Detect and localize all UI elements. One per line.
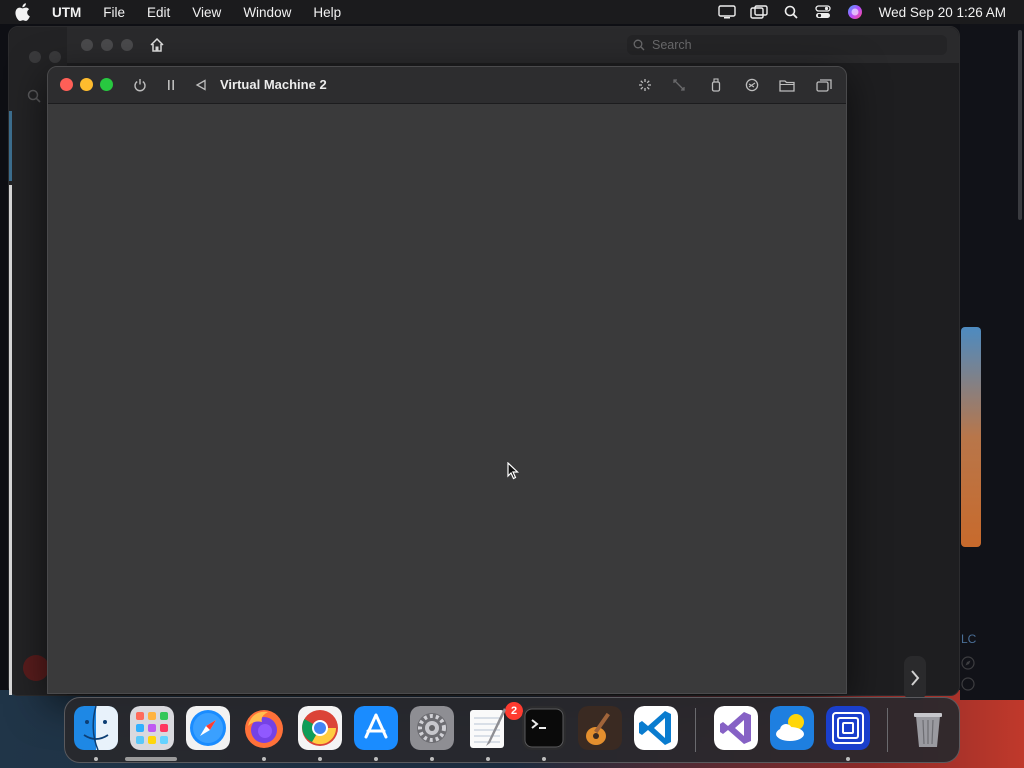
control-center-icon[interactable] bbox=[813, 2, 833, 22]
search-field[interactable]: Search bbox=[627, 35, 947, 55]
running-indicator bbox=[94, 757, 98, 761]
help-icon[interactable] bbox=[961, 677, 976, 694]
folder-icon[interactable] bbox=[778, 76, 796, 94]
visual-studio-icon bbox=[714, 706, 758, 750]
dock-app-weather[interactable] bbox=[770, 706, 814, 750]
running-indicator bbox=[374, 757, 378, 761]
dock-app-launchpad[interactable] bbox=[130, 706, 174, 750]
dock-app-textedit[interactable] bbox=[466, 706, 510, 750]
chrome-icon bbox=[298, 706, 342, 750]
share-icon[interactable] bbox=[743, 76, 761, 94]
sidebar-item-list[interactable] bbox=[9, 185, 12, 695]
dock-app-safari[interactable] bbox=[186, 706, 230, 750]
finder-icon bbox=[74, 706, 118, 750]
vm-title: Virtual Machine 2 bbox=[220, 77, 327, 92]
vm-maximize-button[interactable] bbox=[100, 78, 113, 91]
terminal-icon bbox=[522, 706, 566, 750]
traffic-light-maximize[interactable] bbox=[121, 39, 133, 51]
window-minimize-inactive[interactable] bbox=[49, 51, 61, 63]
app-store-icon bbox=[354, 706, 398, 750]
launchpad-indicator bbox=[125, 757, 177, 761]
menu-clock[interactable]: Wed Sep 20 1:26 AM bbox=[879, 5, 1006, 20]
utm-main-toolbar: Search bbox=[67, 27, 959, 63]
dock-separator bbox=[887, 708, 888, 752]
dock-app-terminal[interactable] bbox=[522, 706, 566, 750]
window-close-inactive[interactable] bbox=[29, 51, 41, 63]
traffic-light-minimize[interactable] bbox=[101, 39, 113, 51]
search-placeholder: Search bbox=[652, 38, 692, 52]
traffic-light-close[interactable] bbox=[81, 39, 93, 51]
dock-app-visual-studio[interactable] bbox=[714, 706, 758, 750]
mouse-cursor-icon bbox=[507, 461, 520, 480]
dock-app-finder[interactable] bbox=[74, 706, 118, 750]
vm-window: Virtual Machine 2 bbox=[47, 66, 847, 694]
dock-app-system-settings[interactable] bbox=[410, 706, 454, 750]
launchpad-icon bbox=[130, 706, 174, 750]
home-icon[interactable] bbox=[149, 37, 165, 53]
dock-app-garageband[interactable] bbox=[578, 706, 622, 750]
vm-preview-thumbnail bbox=[961, 327, 981, 547]
dock-app-app-store[interactable] bbox=[354, 706, 398, 750]
trash-icon bbox=[914, 713, 942, 747]
siri-icon[interactable] bbox=[845, 2, 865, 22]
menu-file[interactable]: File bbox=[103, 5, 125, 20]
search-icon bbox=[633, 39, 645, 51]
dock-app-vscode[interactable] bbox=[634, 706, 678, 750]
window-switch-icon[interactable] bbox=[749, 2, 769, 22]
power-icon[interactable] bbox=[131, 76, 149, 94]
compass-icon[interactable] bbox=[961, 656, 976, 673]
safari-icon bbox=[186, 706, 230, 750]
apple-menu-icon[interactable] bbox=[14, 0, 36, 24]
running-indicator bbox=[846, 757, 850, 761]
firefox-icon bbox=[245, 710, 283, 748]
dock-app-chrome[interactable] bbox=[298, 706, 342, 750]
sidebar-search-icon[interactable] bbox=[27, 89, 43, 105]
menu-bar: UTM File Edit View Window Help Wed Sep 2… bbox=[0, 0, 1024, 24]
menu-window[interactable]: Window bbox=[243, 5, 291, 20]
resize-icon[interactable] bbox=[670, 76, 688, 94]
desktop-scrollbar[interactable] bbox=[1018, 30, 1022, 220]
dock-app-trash[interactable] bbox=[906, 706, 950, 750]
chevron-right-icon[interactable] bbox=[904, 656, 926, 700]
display-icon[interactable] bbox=[717, 2, 737, 22]
back-icon[interactable] bbox=[192, 76, 210, 94]
running-indicator bbox=[318, 757, 322, 761]
menu-edit[interactable]: Edit bbox=[147, 5, 170, 20]
menu-app-utm[interactable]: UTM bbox=[52, 5, 81, 20]
dock-app-utm[interactable] bbox=[826, 706, 870, 750]
textedit-icon bbox=[470, 708, 506, 748]
vm-display[interactable] bbox=[48, 105, 846, 693]
utm-icon bbox=[826, 706, 870, 750]
sidebar-item-selected[interactable] bbox=[9, 111, 12, 181]
dock-app-firefox[interactable] bbox=[242, 706, 286, 750]
vm-minimize-button[interactable] bbox=[80, 78, 93, 91]
menu-help[interactable]: Help bbox=[313, 5, 341, 20]
spotlight-icon[interactable] bbox=[781, 2, 801, 22]
running-indicator bbox=[262, 757, 266, 761]
menu-view[interactable]: View bbox=[192, 5, 221, 20]
windows-icon[interactable] bbox=[815, 76, 833, 94]
side-info-label: LC bbox=[961, 632, 976, 694]
running-indicator bbox=[430, 757, 434, 761]
weather-icon bbox=[770, 706, 814, 750]
guitar-icon bbox=[578, 706, 622, 750]
vm-titlebar: Virtual Machine 2 bbox=[48, 67, 846, 104]
vscode-icon bbox=[634, 706, 678, 750]
dock-separator bbox=[695, 708, 696, 752]
running-indicator bbox=[486, 757, 490, 761]
dock: 2 bbox=[64, 697, 960, 763]
gear-icon bbox=[410, 706, 454, 750]
display-settings-icon[interactable] bbox=[636, 76, 654, 94]
pause-icon[interactable] bbox=[162, 76, 180, 94]
usb-icon[interactable] bbox=[707, 76, 725, 94]
vm-os-icon bbox=[23, 655, 49, 681]
vm-close-button[interactable] bbox=[60, 78, 73, 91]
running-indicator bbox=[542, 757, 546, 761]
